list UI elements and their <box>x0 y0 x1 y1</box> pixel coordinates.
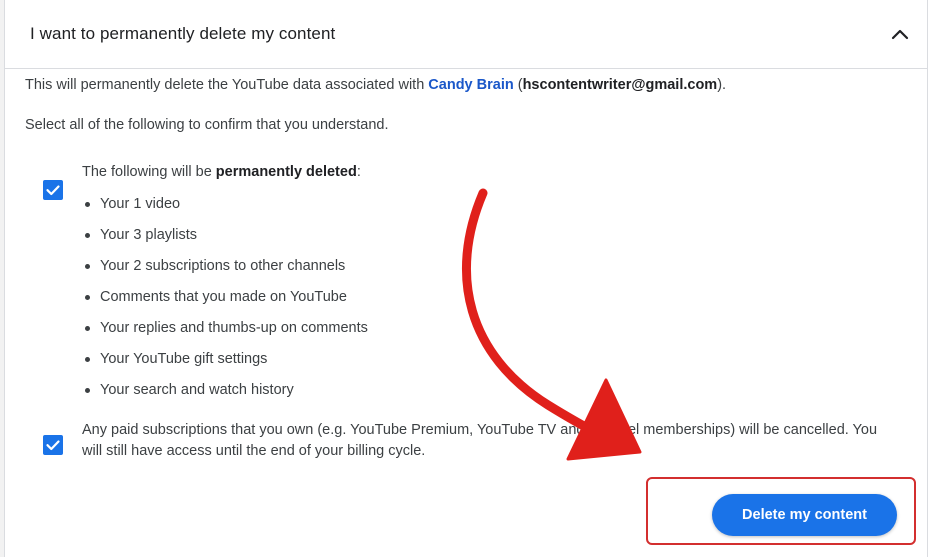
paid-subscriptions-notice: Any paid subscriptions that you own (e.g… <box>82 422 878 459</box>
checkmark-icon <box>46 440 60 451</box>
deletion-intro-suffix: : <box>356 164 361 180</box>
list-item: Your 1 video <box>82 195 368 226</box>
confirm-subscriptions-checkbox[interactable] <box>43 435 63 455</box>
deletion-intro: The following will be permanently delete… <box>82 164 361 180</box>
chevron-up-icon[interactable] <box>887 22 913 48</box>
list-item: Your YouTube gift settings <box>82 350 368 381</box>
deletion-intro-bold: permanently deleted <box>215 164 357 180</box>
checkmark-icon <box>46 185 60 196</box>
section-header[interactable]: I want to permanently delete my content <box>5 0 927 69</box>
confirm-prompt: Select all of the following to confirm t… <box>25 117 389 133</box>
list-item: Comments that you made on YouTube <box>82 288 368 319</box>
account-name: Candy Brain <box>428 77 514 93</box>
description-prefix: This will permanently delete the YouTube… <box>25 77 429 93</box>
list-item: Your search and watch history <box>82 381 368 412</box>
description-open-paren: ( <box>513 77 523 93</box>
list-item: Your replies and thumbs-up on comments <box>82 319 368 350</box>
deleted-items-list: Your 1 video Your 3 playlists Your 2 sub… <box>82 195 368 412</box>
account-email: hscontentwriter@gmail.com <box>522 77 718 93</box>
list-item: Your 2 subscriptions to other channels <box>82 257 368 288</box>
delete-my-content-button[interactable]: Delete my content <box>712 494 897 536</box>
section-title: I want to permanently delete my content <box>30 24 336 43</box>
deletion-description: This will permanently delete the YouTube… <box>25 77 726 93</box>
list-item: Your 3 playlists <box>82 226 368 257</box>
description-suffix: ). <box>717 77 727 93</box>
confirm-deletion-checkbox[interactable] <box>43 180 63 200</box>
deletion-intro-prefix: The following will be <box>82 164 216 180</box>
